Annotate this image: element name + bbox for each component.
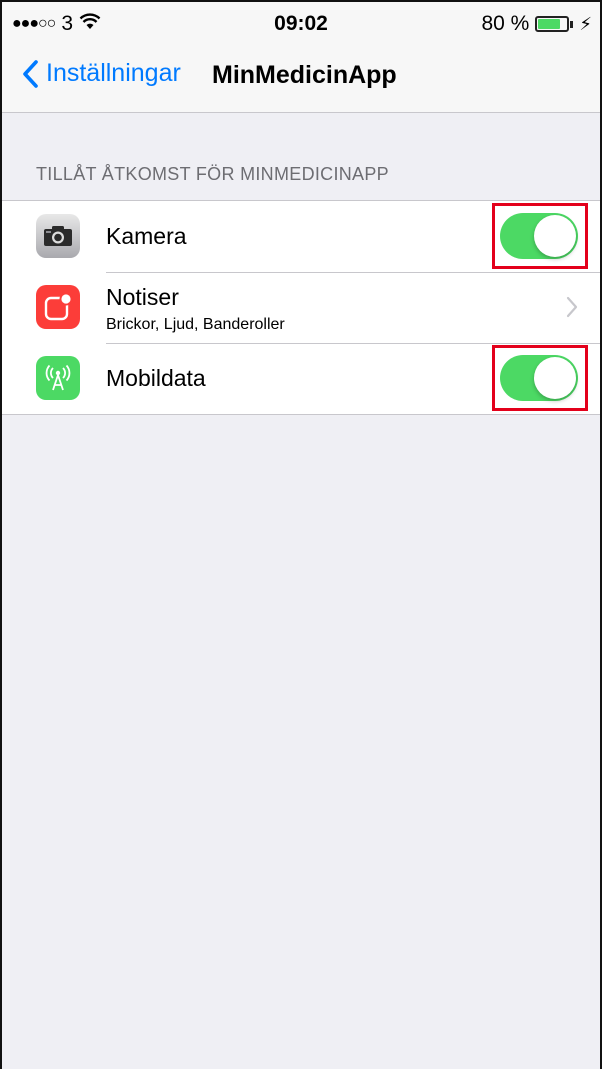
notifications-icon [36, 285, 80, 329]
chevron-right-icon [566, 296, 578, 323]
camera-toggle[interactable] [500, 213, 578, 259]
bolt-icon: ⚡ [579, 13, 592, 34]
back-button[interactable]: Inställningar [22, 59, 181, 88]
section-header: TILLÅT ÅTKOMST FÖR MINMEDICINAPP [36, 164, 389, 184]
notifications-sublabel: Brickor, Ljud, Banderoller [106, 316, 285, 333]
cellular-data-icon [36, 356, 80, 400]
list-item-notifications[interactable]: Notiser Brickor, Ljud, Banderoller [2, 272, 600, 343]
row-separator [106, 343, 600, 344]
list-item-cellular-data: Mobildata [2, 343, 600, 414]
navigation-bar: Inställningar MinMedicinApp [2, 42, 600, 113]
battery-nub [570, 20, 574, 28]
back-label: Inställningar [46, 59, 181, 87]
screen: ●●●○○ 3 09:02 80 % ⚡ Inställningar MinMe… [0, 0, 602, 1069]
battery-icon [535, 16, 570, 32]
battery-percentage: 80 % [481, 12, 530, 35]
status-bar: ●●●○○ 3 09:02 80 % ⚡ [2, 2, 600, 42]
camera-label: Kamera [106, 223, 187, 249]
cellular-data-label: Mobildata [106, 365, 206, 391]
notifications-label: Notiser [106, 284, 179, 310]
row-separator [106, 272, 600, 273]
toggle-knob [534, 215, 576, 257]
status-right: 80 % ⚡ [481, 12, 592, 36]
page-title: MinMedicinApp [212, 61, 397, 89]
camera-icon [36, 214, 80, 258]
toggle-knob [534, 357, 576, 399]
cellular-data-toggle[interactable] [500, 355, 578, 401]
battery-fill [538, 19, 561, 29]
settings-list: Kamera Notiser Brickor, Ljud, Banderolle… [2, 200, 600, 415]
chevron-left-icon [23, 59, 38, 88]
list-item-camera: Kamera [2, 201, 600, 272]
